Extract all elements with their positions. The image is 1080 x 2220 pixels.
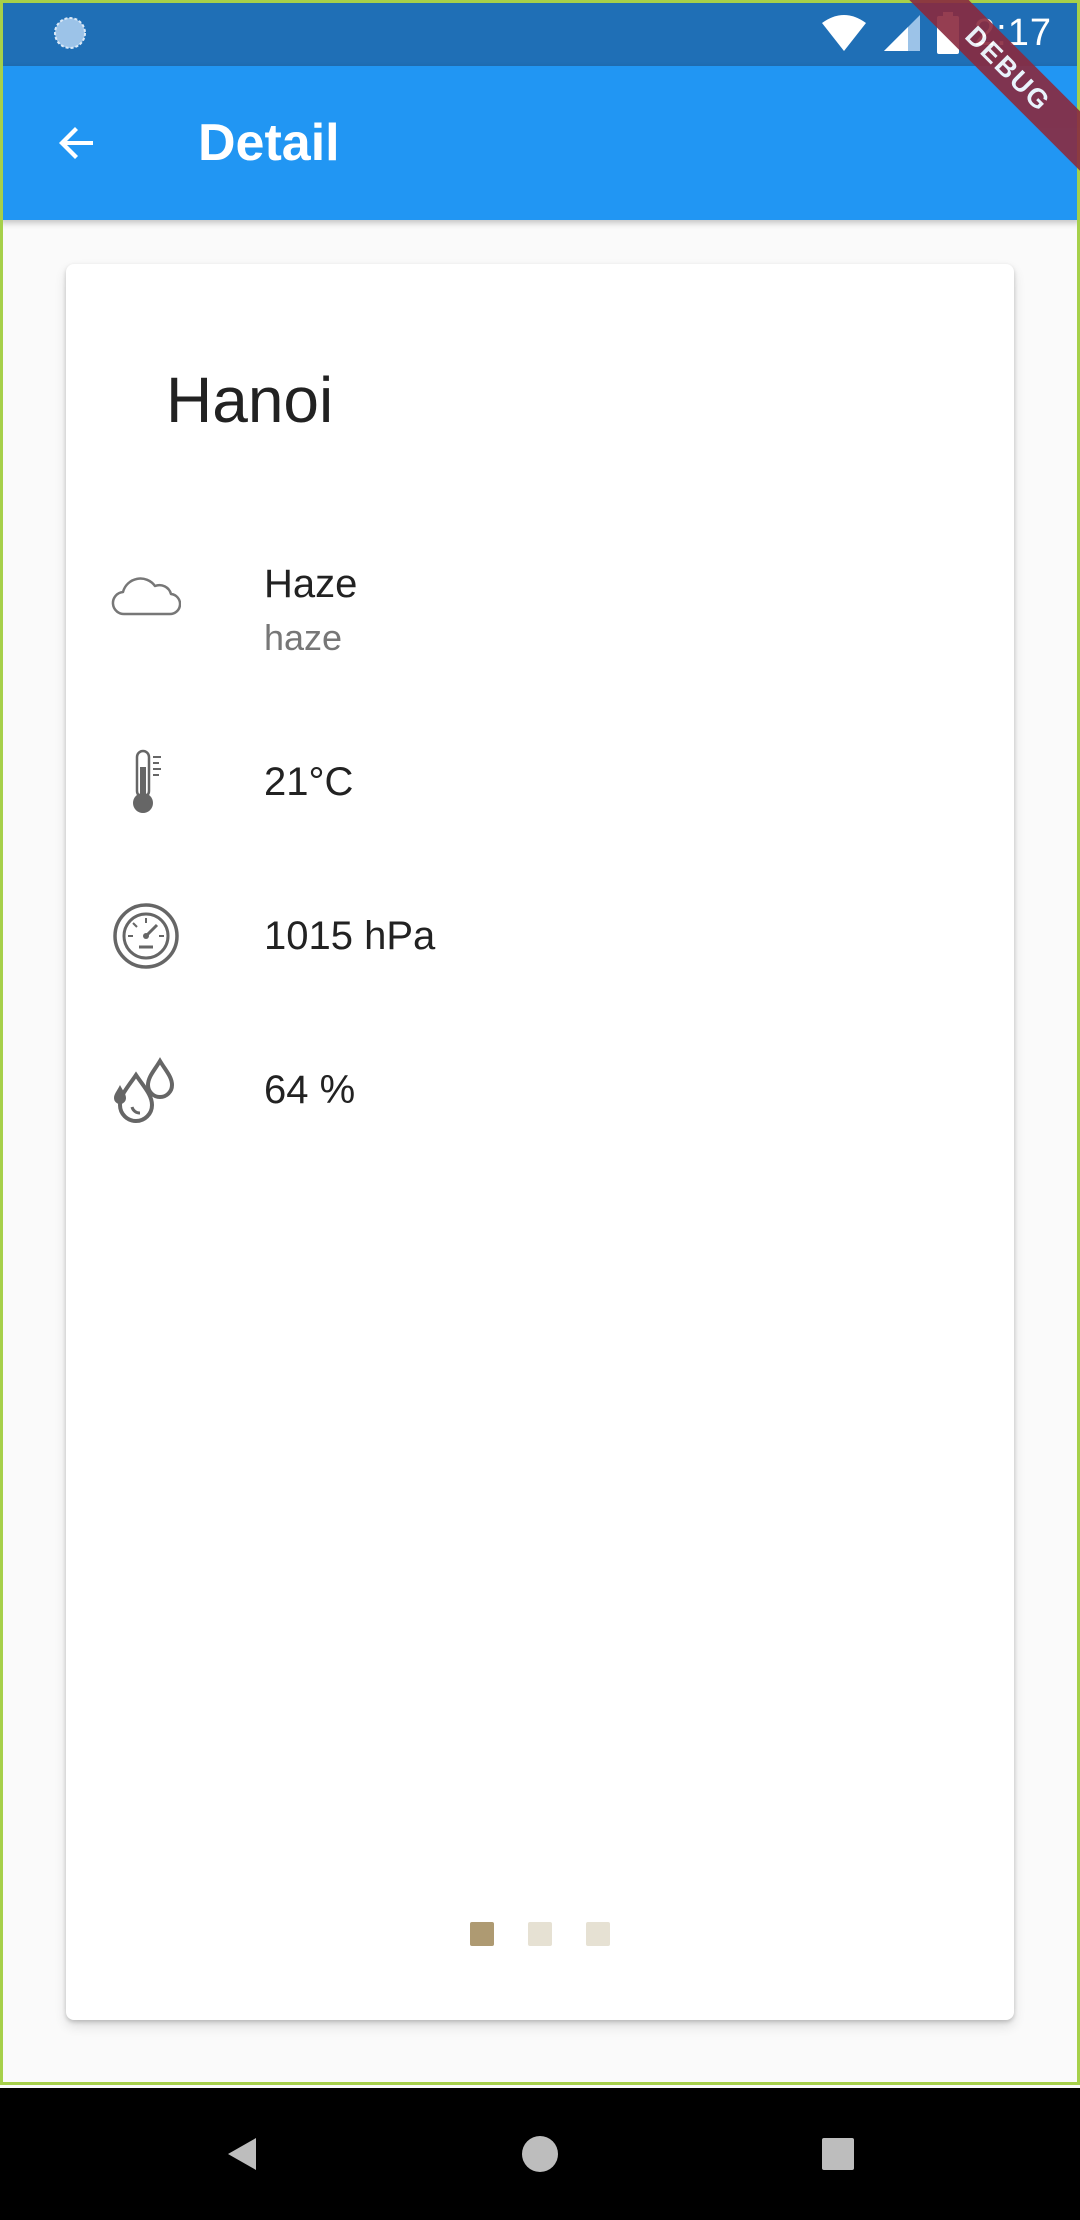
page-dot[interactable] — [528, 1922, 552, 1946]
cloud-icon — [106, 554, 186, 634]
screen: 2:17 Detail DEBUG Hanoi Haze haze 21°C 1… — [0, 0, 1080, 2220]
nav-home-button[interactable] — [510, 2124, 570, 2184]
recents-square-icon — [822, 2138, 854, 2170]
condition-row: Haze haze — [106, 554, 966, 674]
back-triangle-icon — [228, 2138, 256, 2170]
loading-indicator-icon — [54, 17, 86, 49]
home-circle-icon — [522, 2136, 558, 2172]
cell-signal-icon — [884, 15, 921, 51]
page-indicator — [66, 1922, 1014, 1946]
thermometer-icon — [106, 742, 186, 822]
app-bar: Detail — [0, 66, 1080, 220]
wifi-icon — [822, 15, 867, 51]
page-title: Detail — [198, 114, 340, 172]
page-dot[interactable] — [586, 1922, 610, 1946]
nav-back-button[interactable] — [212, 2124, 272, 2184]
back-button[interactable] — [40, 106, 114, 180]
weather-condition: Haze — [264, 562, 358, 606]
pressure-value: 1015 hPa — [264, 914, 436, 958]
humidity-row: 64 % — [106, 1050, 966, 1130]
system-nav-bar — [0, 2088, 1080, 2220]
status-bar: 2:17 — [0, 0, 1080, 66]
barometer-icon — [106, 896, 186, 976]
temperature-row: 21°C — [106, 742, 966, 822]
nav-recents-button[interactable] — [808, 2124, 868, 2184]
city-name: Hanoi — [166, 364, 334, 436]
temperature-value: 21°C — [264, 760, 354, 804]
arrow-back-icon — [59, 127, 93, 159]
page-dot[interactable] — [470, 1922, 494, 1946]
weather-description: haze — [264, 617, 343, 658]
pressure-row: 1015 hPa — [106, 896, 966, 976]
weather-card: Hanoi Haze haze 21°C 1015 hPa 64 % — [66, 264, 1014, 2020]
humidity-drops-icon — [106, 1050, 186, 1130]
humidity-value: 64 % — [264, 1068, 356, 1112]
